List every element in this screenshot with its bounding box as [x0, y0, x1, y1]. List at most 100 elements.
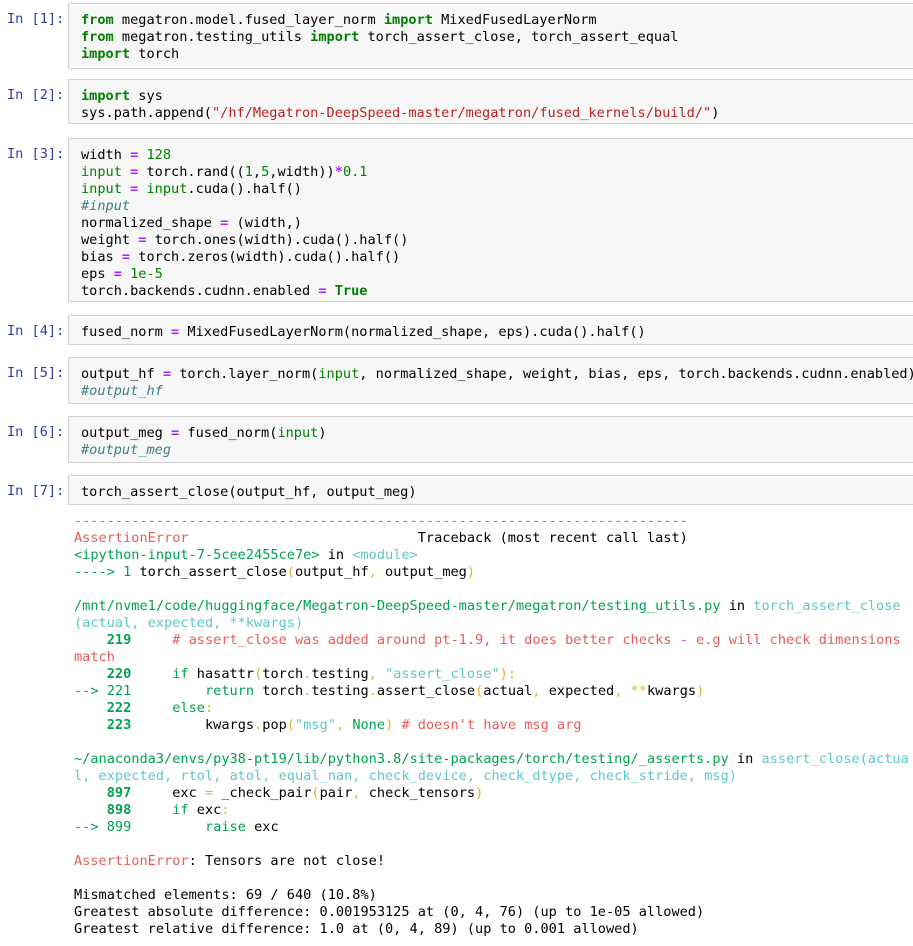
traceback-line: 222 else: [74, 700, 913, 717]
code-line: normalized_shape = (width,) [81, 215, 913, 232]
code-cell[interactable]: In [7]: torch_assert_close(output_hf, out… [0, 475, 913, 505]
code-line: weight = torch.ones(width).cuda().half() [81, 232, 913, 249]
code-token: assert_close [376, 683, 476, 699]
code-cell[interactable]: In [4]: fused_norm = MixedFusedLayerNorm(… [0, 315, 913, 345]
code-token: , normalized_shape, weight, bias, eps, t… [359, 366, 913, 382]
code-input-area[interactable]: width = 128 input = torch.rand((1,5,width… [68, 138, 913, 302]
code-token: torch [262, 666, 304, 682]
traceback-line: Mismatched elements: 69 / 640 (10.8%) [74, 887, 913, 904]
code-token: 0.1 [342, 164, 368, 180]
code-input-area[interactable]: output_meg = fused_norm(input) #output_me… [68, 416, 913, 463]
code-token: exc [131, 785, 205, 801]
code-token: fused_norm [81, 324, 172, 340]
code-token: input [81, 164, 122, 180]
code-token: <ipython-input-7-5cee2455ce7e> [74, 547, 320, 563]
cell-prompt: In [6]: [7, 424, 65, 440]
code-token: 223 [106, 717, 132, 733]
code-token: 897 [106, 785, 132, 801]
code-token: bias [81, 249, 122, 265]
code-token: ~/anaconda3/envs/py38-pt19/lib/python3.8… [74, 751, 729, 767]
cell-prompt: In [1]: [7, 11, 65, 27]
code-token: , [368, 666, 377, 682]
code-token: ) [711, 105, 720, 121]
code-line: torch_assert_close(output_hf, output_meg… [81, 484, 913, 501]
code-input-area[interactable]: from megatron.model.fused_layer_norm imp… [68, 3, 913, 69]
code-line: bias = torch.zeros(width).cuda().half() [81, 249, 913, 266]
code-line: from megatron.testing_utils import torch… [81, 29, 913, 46]
code-token: fused_norm( [179, 425, 278, 441]
code-token: output_hf [294, 564, 369, 580]
code-line: input = input.cuda().half() [81, 181, 913, 198]
code-token: Mismatched elements: 69 / 640 (10.8%) [74, 887, 377, 903]
code-token: , [368, 564, 377, 580]
code-token: None [352, 717, 386, 733]
code-token: in [319, 547, 353, 563]
code-cell[interactable]: In [2]: import sys sys.path.append("/hf/Me… [0, 79, 913, 124]
code-token: # assert_close was added around pt-1.9, … [74, 632, 909, 665]
traceback-line: ----------------------------------------… [74, 513, 913, 530]
traceback-line: Greatest absolute difference: 0.00195312… [74, 904, 913, 921]
code-token: 1 [244, 164, 253, 180]
code-token: ----> 1 [74, 564, 132, 580]
code-token: input [81, 181, 122, 197]
code-line: sys.path.append("/hf/Megatron-DeepSpeed-… [81, 105, 913, 122]
code-token: ** [630, 683, 647, 699]
code-token: #input [81, 198, 131, 214]
code-token: 1e-5 [130, 266, 163, 282]
code-token: torch_assert_close [131, 564, 287, 580]
code-token: _check_pair [213, 785, 312, 801]
code-line: import torch [81, 46, 913, 63]
code-token: 128 [146, 147, 172, 163]
code-token: torch_assert_close(output_hf, output_meg… [81, 484, 417, 500]
traceback-line: AssertionError: Tensors are not close! [74, 853, 913, 870]
code-token: 220 [106, 666, 132, 682]
traceback-line: --> 899 raise exc [74, 819, 913, 836]
code-token: . [368, 683, 377, 699]
code-token: 898 [106, 802, 132, 818]
code-token: "assert_close" [385, 666, 500, 682]
cell-prompt: In [2]: [7, 87, 65, 103]
traceback-line: 898 if exc: [74, 802, 913, 819]
code-cell[interactable]: In [3]: width = 128 input = torch.rand((1,… [0, 138, 913, 302]
code-line: output_hf = torch.layer_norm(input, norm… [81, 366, 913, 383]
code-token: = [162, 366, 172, 382]
code-token: AssertionError [74, 853, 189, 869]
code-input-area[interactable]: output_hf = torch.layer_norm(input, norm… [68, 357, 913, 404]
code-token: ) [696, 683, 705, 699]
code-token: raise [204, 819, 246, 835]
code-token: torch.layer_norm( [171, 366, 319, 382]
code-token: /mnt/nvme1/code/huggingface/Megatron-Dee… [74, 598, 721, 614]
traceback-line: ----> 1 torch_assert_close(output_hf, ou… [74, 564, 913, 581]
code-cell[interactable]: In [6]: output_meg = fused_norm(input) #ou… [0, 416, 913, 463]
code-token: output_hf [81, 366, 163, 382]
code-token: # doesn't have msg arg [401, 717, 582, 733]
code-input-area[interactable]: fused_norm = MixedFusedLayerNorm(normali… [68, 315, 913, 345]
code-cell[interactable]: In [1]: from megatron.model.fused_layer_n… [0, 3, 913, 69]
code-token: ): [499, 666, 517, 682]
code-token: = [204, 785, 214, 801]
code-token: Greatest relative difference: 1.0 at (0,… [74, 921, 639, 937]
code-input-area[interactable]: torch_assert_close(output_hf, output_meg… [68, 475, 913, 505]
code-token: from [81, 12, 114, 28]
traceback-output: ----------------------------------------… [74, 513, 913, 938]
code-token: input [146, 181, 188, 197]
code-token: .cuda().half() [187, 181, 302, 197]
code-token: #output_meg [81, 442, 172, 458]
cell-prompt: In [7]: [7, 483, 65, 499]
code-token: import [310, 29, 360, 45]
code-input-area[interactable]: import sys sys.path.append("/hf/Megatron-… [68, 79, 913, 124]
code-token: ) [475, 785, 484, 801]
code-token: import [81, 88, 131, 104]
code-cell[interactable]: In [5]: output_hf = torch.layer_norm(inpu… [0, 357, 913, 404]
code-token: import [383, 12, 433, 28]
traceback-line [74, 581, 913, 598]
